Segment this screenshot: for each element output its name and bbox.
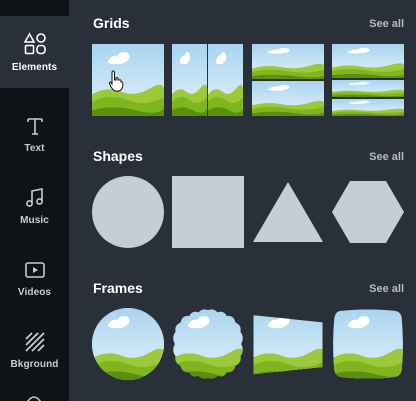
video-play-icon bbox=[24, 259, 46, 281]
sidebar-item-background[interactable]: Bkground bbox=[0, 316, 69, 384]
sidebar-item-label: Music bbox=[20, 214, 49, 226]
grid-two-rows[interactable] bbox=[252, 44, 324, 116]
sidebar-item-partial[interactable] bbox=[22, 390, 46, 401]
frames-see-all-link[interactable]: See all bbox=[369, 283, 404, 295]
shape-triangle[interactable] bbox=[252, 176, 324, 248]
sidebar-item-label: Videos bbox=[17, 286, 52, 298]
shape-square[interactable] bbox=[172, 176, 244, 248]
shapes-icon bbox=[23, 31, 47, 56]
sidebar-item-videos[interactable]: Videos bbox=[0, 244, 69, 312]
text-icon bbox=[24, 115, 46, 137]
sidebar-item-elements[interactable]: Elements bbox=[0, 16, 69, 88]
shape-circle[interactable] bbox=[92, 176, 164, 248]
grids-title: Grids bbox=[93, 15, 130, 31]
frame-circle[interactable] bbox=[92, 308, 164, 380]
frame-rounded-square[interactable] bbox=[332, 308, 404, 380]
frames-title: Frames bbox=[93, 280, 143, 296]
sidebar-divider bbox=[0, 88, 69, 100]
sidebar-item-label: Elements bbox=[11, 61, 58, 73]
sidebar-item-music[interactable]: Music bbox=[0, 172, 69, 240]
sidebar-item-label: Text bbox=[24, 142, 45, 154]
shape-hexagon[interactable] bbox=[332, 176, 404, 248]
shapes-title: Shapes bbox=[93, 148, 143, 164]
frame-skewed[interactable] bbox=[252, 308, 324, 380]
sidebar-item-label: Bkground bbox=[10, 358, 59, 370]
grids-see-all-link[interactable]: See all bbox=[369, 18, 404, 30]
grid-single[interactable] bbox=[92, 44, 164, 116]
shapes-see-all-link[interactable]: See all bbox=[369, 151, 404, 163]
grid-two-columns[interactable] bbox=[172, 44, 243, 116]
music-note-icon bbox=[24, 187, 46, 209]
sidebar-top bbox=[0, 0, 69, 16]
sidebar: Elements Text Music Videos Bkground bbox=[0, 0, 69, 401]
mouse-cursor-icon bbox=[108, 70, 124, 97]
background-hatch-icon bbox=[24, 331, 46, 353]
grid-three-rows[interactable] bbox=[332, 44, 404, 116]
sidebar-item-text[interactable]: Text bbox=[0, 100, 69, 168]
frame-scalloped[interactable] bbox=[172, 308, 244, 380]
